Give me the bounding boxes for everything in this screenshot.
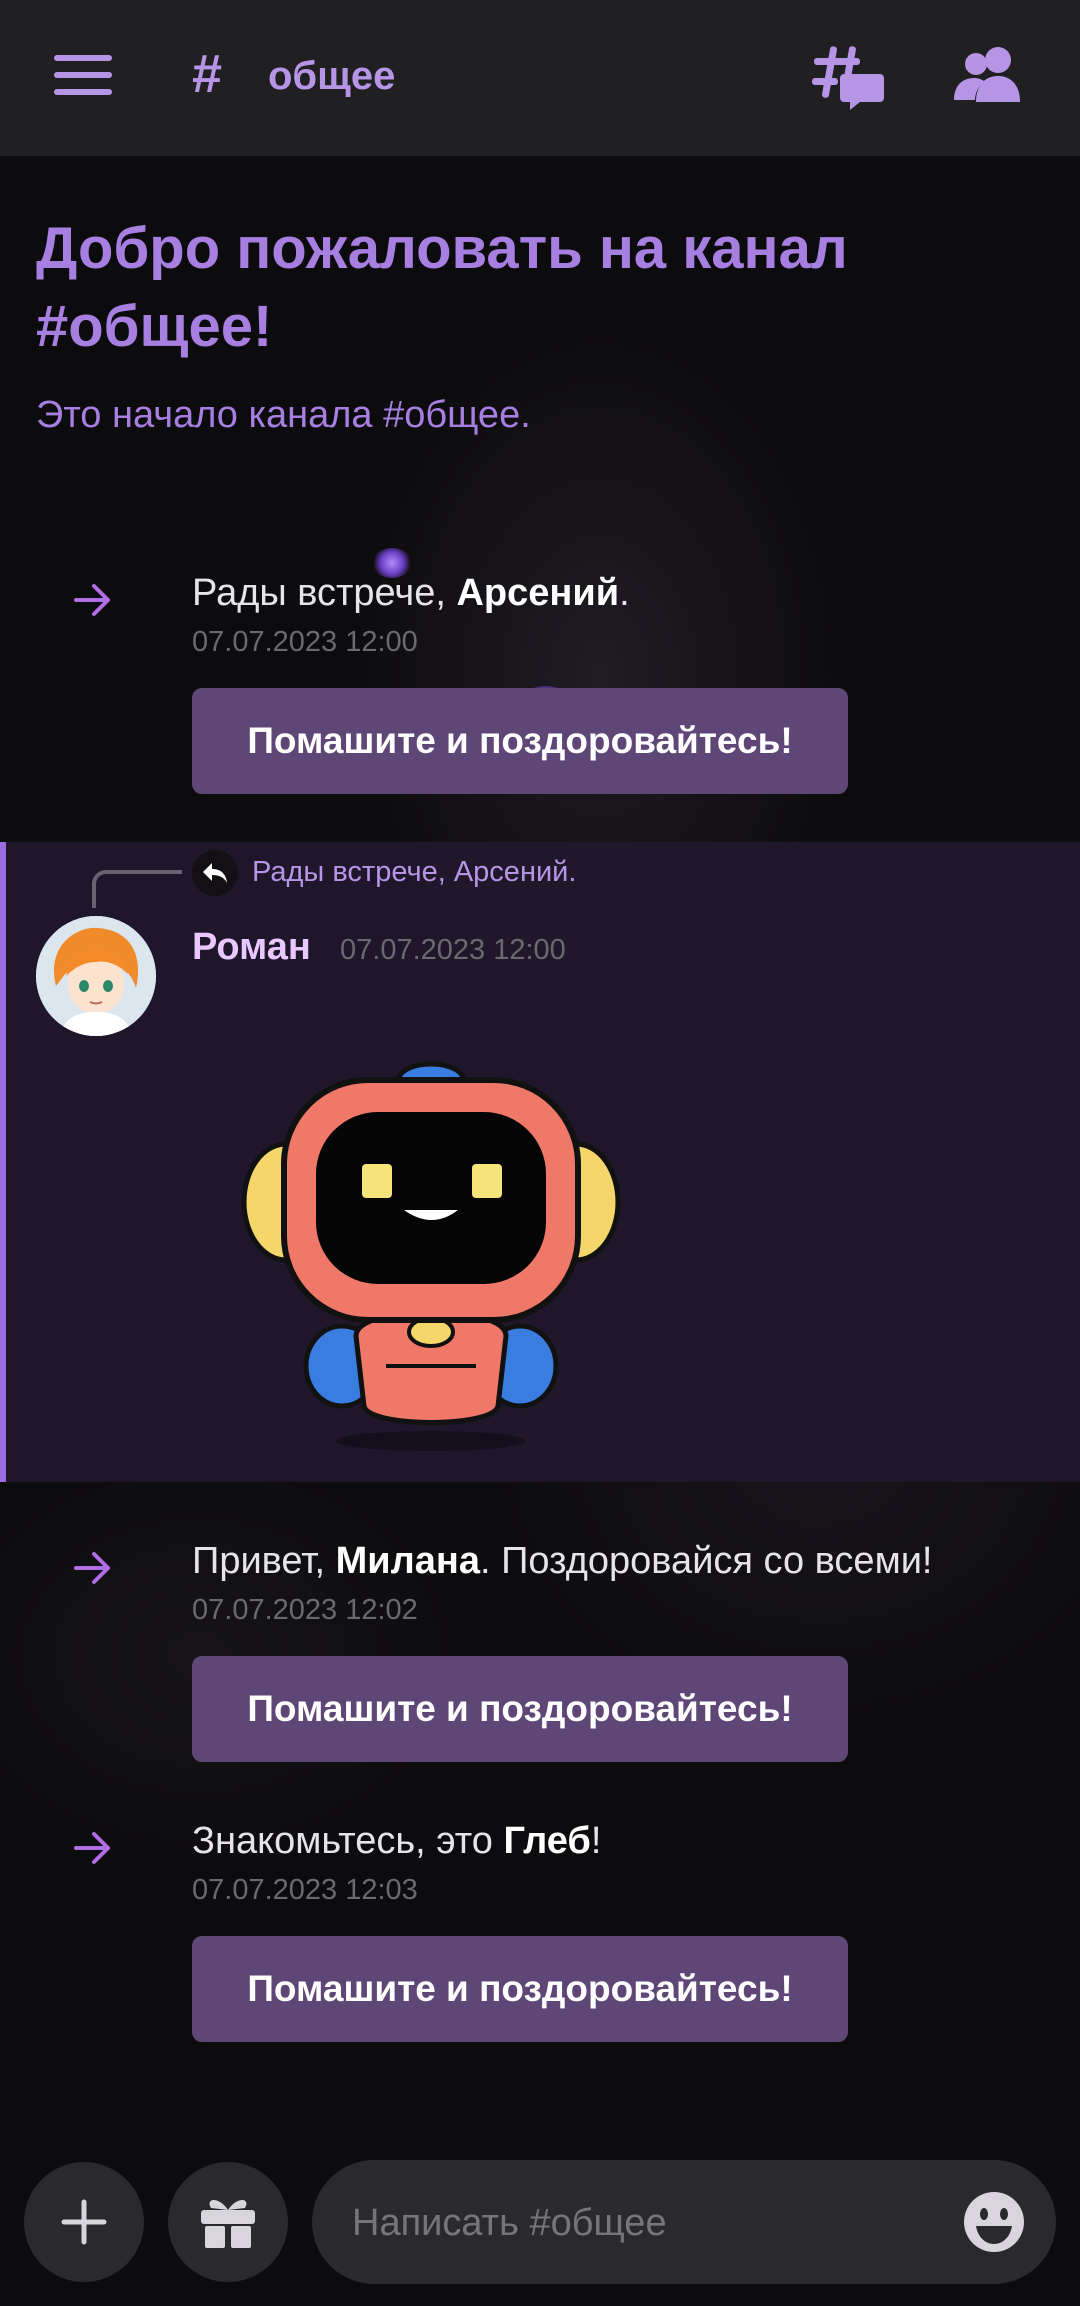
reply-connector-line (92, 870, 182, 908)
message-text: . Поздоровайся со всеми! (480, 1540, 933, 1582)
message-author[interactable]: Роман (192, 922, 311, 972)
channel-title: общее (268, 54, 396, 98)
wave-button[interactable]: Помашите и поздоровайтесь! (192, 688, 848, 794)
members-icon[interactable] (954, 44, 1026, 104)
wave-button[interactable]: Помашите и поздоровайтесь! (192, 1656, 848, 1762)
message-timestamp: 07.07.2023 12:00 (340, 934, 566, 966)
message-text: Рады встрече, (192, 572, 457, 614)
top-bar: # общее (0, 0, 1080, 156)
hash-icon: # (192, 44, 223, 104)
reply-icon (192, 850, 238, 896)
system-message-text: Привет, Милана. Поздоровайся со всеми! (192, 1536, 932, 1586)
user-name[interactable]: Милана (336, 1540, 480, 1582)
arrow-right-icon (74, 1552, 110, 1584)
avatar[interactable] (36, 916, 156, 1036)
message-text: ! (590, 1820, 602, 1862)
message-text: Знакомьтесь, это (192, 1820, 504, 1862)
user-name[interactable]: Глеб (503, 1820, 590, 1862)
message-input[interactable] (350, 2160, 934, 2286)
arrow-right-icon (74, 584, 110, 616)
system-message-text: Рады встрече, Арсений. (192, 568, 630, 618)
message-text: Привет, (192, 1540, 336, 1582)
emoji-icon[interactable] (962, 2190, 1026, 2254)
system-message-text: Знакомьтесь, это Глеб! (192, 1816, 601, 1866)
message-timestamp: 07.07.2023 12:03 (192, 1874, 418, 1906)
welcome-title: Добро пожаловать на канал #общее! (36, 216, 848, 359)
message-text: . (619, 572, 630, 614)
wave-button[interactable]: Помашите и поздоровайтесь! (192, 1936, 848, 2042)
arrow-right-icon (74, 1832, 110, 1864)
hamburger-menu-icon[interactable] (54, 55, 112, 95)
gift-icon (201, 2200, 255, 2248)
plus-icon (61, 2199, 107, 2245)
message-timestamp: 07.07.2023 12:00 (192, 626, 418, 658)
message-timestamp: 07.07.2023 12:02 (192, 1594, 418, 1626)
welcome-subtitle: Это начало канала #общее. (36, 394, 531, 436)
robot-wave-sticker[interactable] (236, 1036, 626, 1456)
reply-reference-text[interactable]: Рады встрече, Арсений. (252, 852, 576, 892)
add-attachment-button[interactable] (24, 2162, 144, 2282)
message-composer (312, 2160, 1056, 2286)
threads-icon[interactable] (812, 44, 884, 110)
gift-button[interactable] (168, 2162, 288, 2282)
user-name[interactable]: Арсений (456, 572, 619, 614)
